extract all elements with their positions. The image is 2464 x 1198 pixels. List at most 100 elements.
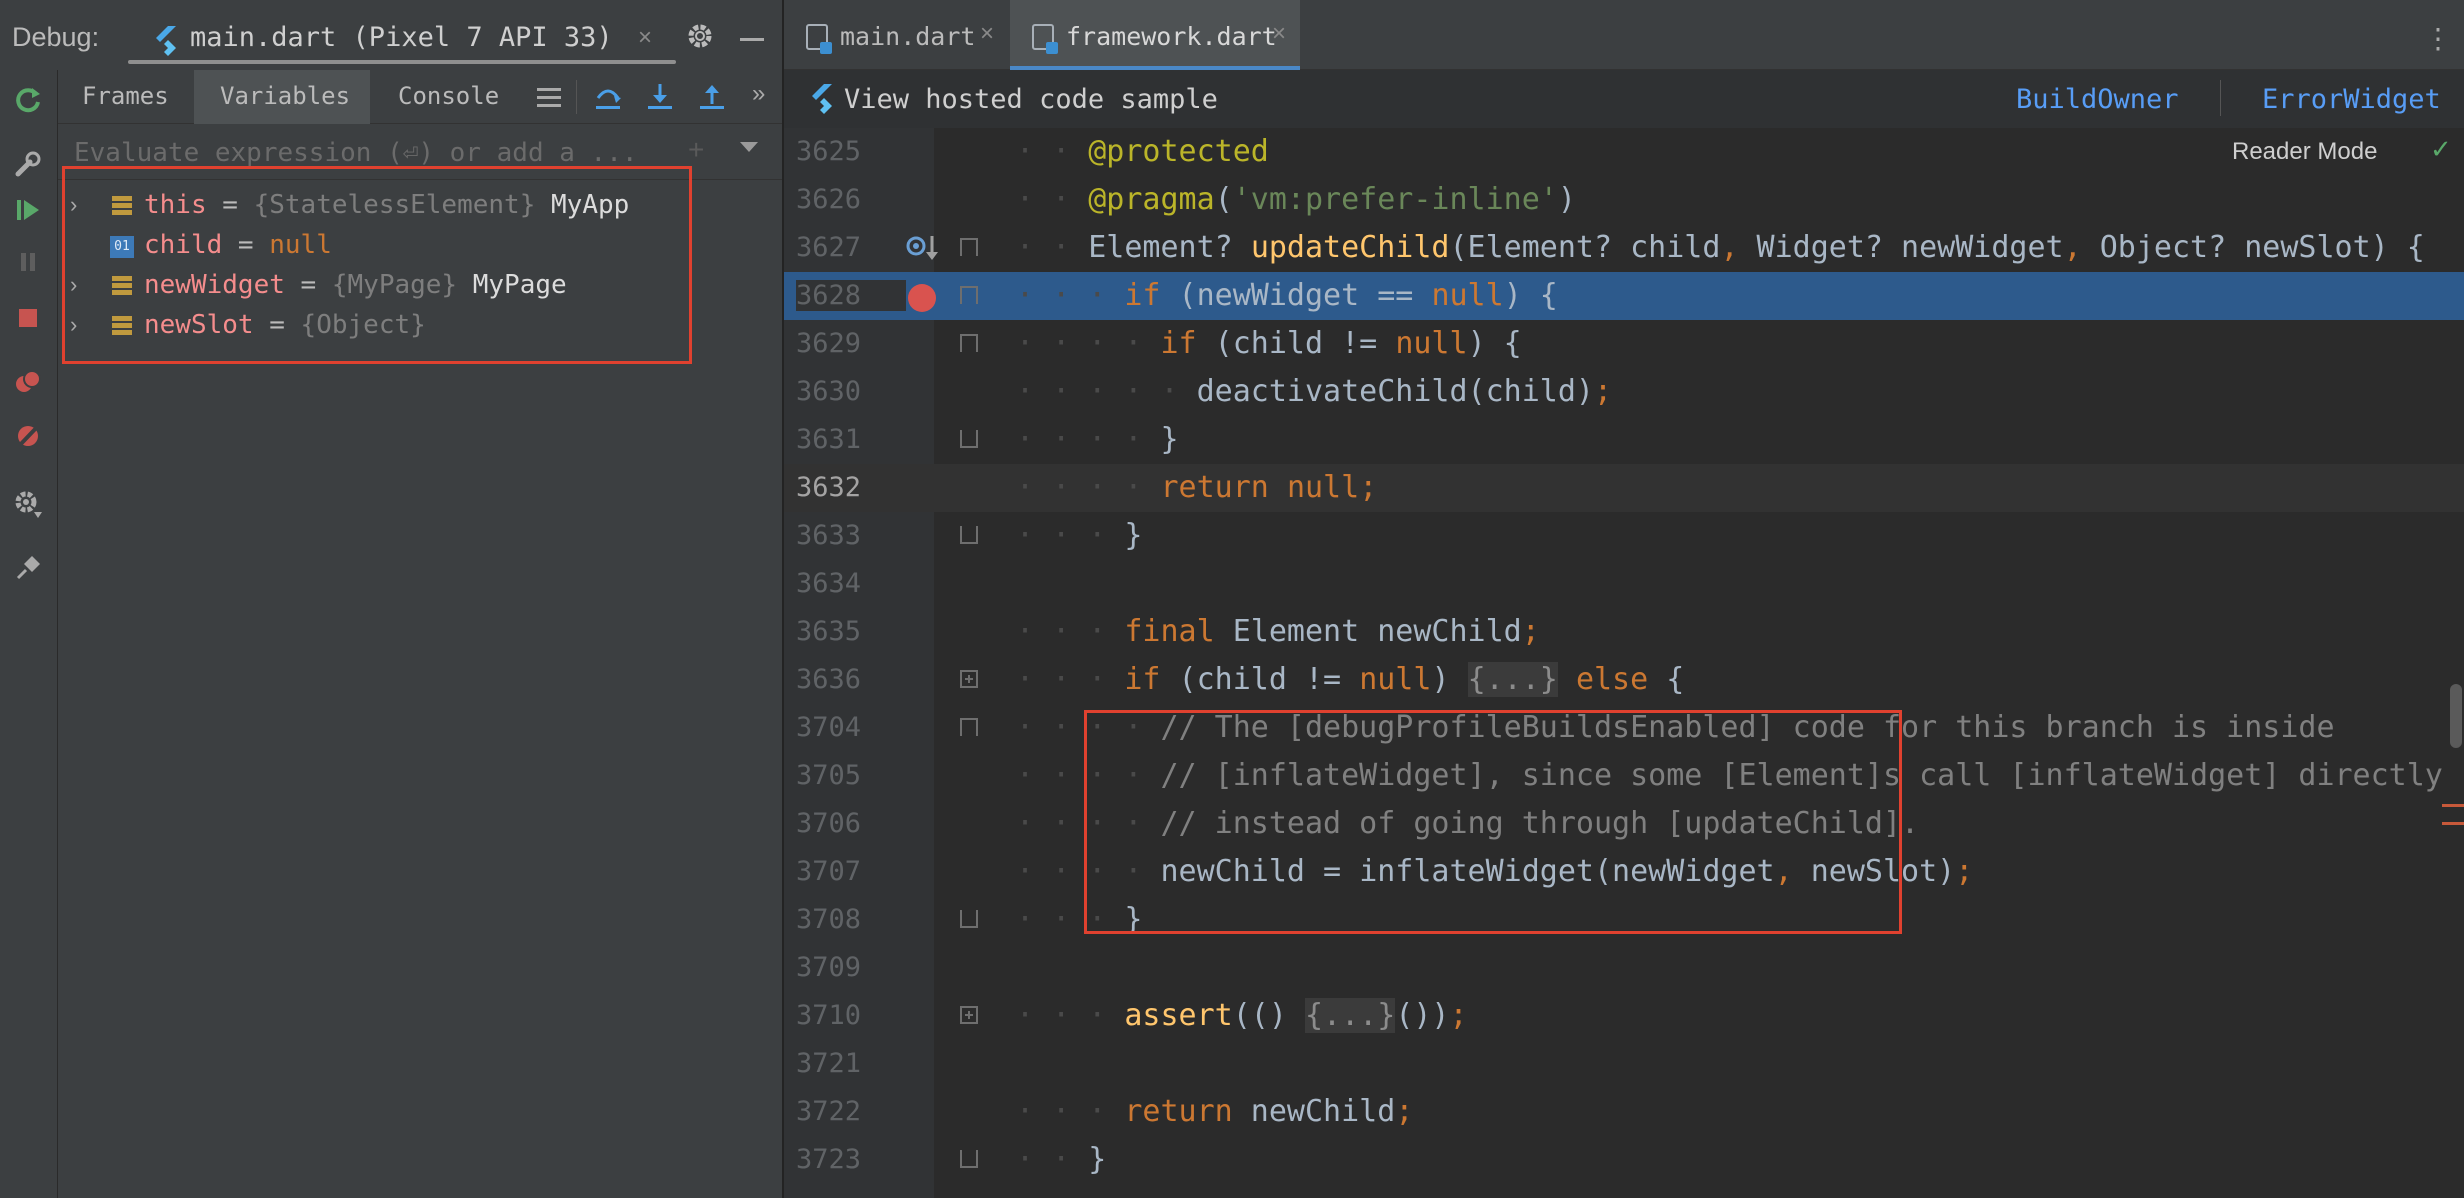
- gear-icon[interactable]: [686, 22, 714, 50]
- close-icon[interactable]: ×: [638, 24, 652, 52]
- line-number: 3632: [796, 472, 862, 503]
- tab-main-dart[interactable]: main.dart ×: [784, 0, 1006, 70]
- fold-marker[interactable]: [960, 526, 978, 544]
- stop-icon[interactable]: [12, 302, 44, 334]
- toolbar-divider: [576, 80, 577, 114]
- pause-icon[interactable]: [12, 246, 44, 278]
- banner-divider: [2220, 80, 2221, 116]
- indent-guide: · · ·: [1016, 614, 1125, 649]
- settings-icon[interactable]: [12, 488, 44, 520]
- threads-icon[interactable]: [536, 86, 562, 110]
- fold-marker[interactable]: [960, 718, 978, 736]
- line-number: 3704: [796, 712, 862, 743]
- resume-icon[interactable]: [12, 194, 44, 226]
- line-number: 3708: [796, 904, 862, 935]
- line-number: 3723: [796, 1144, 862, 1175]
- more-vertical-icon[interactable]: ⋮: [2424, 22, 2452, 55]
- fold-expand-marker[interactable]: [960, 1006, 978, 1024]
- more-icon[interactable]: »: [752, 80, 765, 108]
- fold-expand-marker[interactable]: [960, 670, 978, 688]
- code-line: 3634: [784, 560, 2464, 608]
- buildowner-link[interactable]: BuildOwner: [2016, 84, 2179, 115]
- chevron-down-icon[interactable]: [740, 142, 758, 152]
- current-execution-line: 3628 · · · if (newWidget == null) {: [784, 272, 2464, 320]
- comma: ,: [2063, 230, 2082, 265]
- tab-variables[interactable]: Variables: [220, 82, 350, 110]
- indent-guide: · · · · ·: [1016, 374, 1197, 409]
- step-out-icon[interactable]: [698, 82, 726, 112]
- step-into-icon[interactable]: [646, 82, 674, 112]
- indent-guide: · · ·: [1016, 998, 1125, 1033]
- fold-marker[interactable]: [960, 334, 978, 352]
- scroll-thumb[interactable]: [2450, 684, 2462, 748]
- code-line: 3629 · · · · if (child != null) {: [784, 320, 2464, 368]
- code-editor: main.dart × framework.dart × ⋮ View host…: [782, 0, 2464, 1198]
- keyword: else: [1575, 662, 1649, 697]
- errorwidget-link[interactable]: ErrorWidget: [2262, 84, 2441, 115]
- code-line: 3625 · · @protected Reader Mode ✓: [784, 128, 2464, 176]
- code-token: (child !=: [1196, 326, 1396, 361]
- dart-file-icon: [806, 24, 832, 54]
- mute-breakpoints-icon[interactable]: [12, 420, 44, 452]
- debug-session-tab[interactable]: main.dart (Pixel 7 API 33) ×: [150, 12, 670, 66]
- pin-icon[interactable]: [12, 552, 44, 584]
- reader-mode-toggle[interactable]: Reader Mode: [2232, 138, 2378, 166]
- breakpoint-icon[interactable]: [908, 284, 936, 312]
- code-token: ((): [1232, 998, 1305, 1033]
- code-token: Widget? newWidget: [1738, 230, 2064, 265]
- code-area[interactable]: 3625 · · @protected Reader Mode ✓ 3626 ·…: [784, 128, 2464, 1198]
- indent-guide: · ·: [1016, 134, 1089, 169]
- view-hosted-code-sample-link[interactable]: View hosted code sample: [844, 84, 1218, 115]
- tab-frames[interactable]: Frames: [82, 82, 169, 110]
- fold-marker[interactable]: [960, 238, 978, 256]
- code-token: (Element? child: [1449, 230, 1721, 265]
- view-breakpoints-icon[interactable]: [12, 366, 44, 398]
- code-line: 3723 · · }: [784, 1136, 2464, 1184]
- code-line: 3633 · · · }: [784, 512, 2464, 560]
- error-stripe-mark[interactable]: [2442, 822, 2464, 825]
- keyword: if: [1124, 662, 1161, 697]
- fold-marker[interactable]: [960, 910, 978, 928]
- code-line: 3631 · · · · }: [784, 416, 2464, 464]
- close-icon[interactable]: ×: [1272, 20, 1286, 48]
- scrollbar[interactable]: [2442, 128, 2464, 1198]
- code-token: }: [1088, 1142, 1107, 1177]
- add-watch-icon[interactable]: +: [688, 134, 704, 166]
- tab-console[interactable]: Console: [398, 82, 499, 110]
- fold-marker[interactable]: [960, 430, 978, 448]
- step-over-icon[interactable]: [594, 82, 622, 112]
- code-line: 3627 · · Element? updateChild(Element? c…: [784, 224, 2464, 272]
- folded-region[interactable]: {...}: [1467, 662, 1558, 697]
- error-stripe-mark[interactable]: [2442, 804, 2464, 807]
- indent-guide: · ·: [1016, 182, 1089, 217]
- fold-marker[interactable]: [960, 1150, 978, 1168]
- code-line: 3626 · · @pragma('vm:prefer-inline'): [796, 182, 1576, 217]
- folded-region[interactable]: {...}: [1305, 998, 1396, 1033]
- function-name: updateChild: [1250, 230, 1450, 265]
- code-line: 3722 · · · return newChild;: [784, 1088, 2464, 1136]
- indent-guide: · · · ·: [1016, 326, 1161, 361]
- fold-marker[interactable]: [960, 286, 978, 304]
- keyword: if: [1124, 278, 1161, 313]
- tab-framework-dart[interactable]: framework.dart ×: [1010, 0, 1300, 70]
- semicolon: ;: [1521, 614, 1540, 649]
- rerun-icon[interactable]: [12, 84, 44, 116]
- string-literal: 'vm:prefer-inline': [1232, 182, 1558, 217]
- line-number: 3625: [796, 136, 862, 167]
- line-number: 3628: [796, 280, 906, 311]
- line-number: 3630: [796, 376, 862, 407]
- tab-label: framework.dart: [1066, 22, 1277, 51]
- override-gutter-icon[interactable]: [906, 234, 940, 264]
- code-line: 3710 · · · assert(() {...}());: [784, 992, 2464, 1040]
- wrench-icon[interactable]: [12, 148, 44, 180]
- dart-file-icon: [1032, 24, 1058, 54]
- close-icon[interactable]: ×: [980, 20, 994, 48]
- minimize-icon[interactable]: [740, 38, 764, 41]
- semicolon: ;: [1593, 374, 1613, 409]
- line-number: 3634: [796, 568, 862, 599]
- code-token: ()): [1395, 998, 1450, 1033]
- line-number: 3710: [796, 1000, 862, 1031]
- indent-guide: · · · ·: [1016, 470, 1161, 505]
- debug-panel: Debug: main.dart (Pixel 7 API 33) × Fram…: [0, 0, 782, 1198]
